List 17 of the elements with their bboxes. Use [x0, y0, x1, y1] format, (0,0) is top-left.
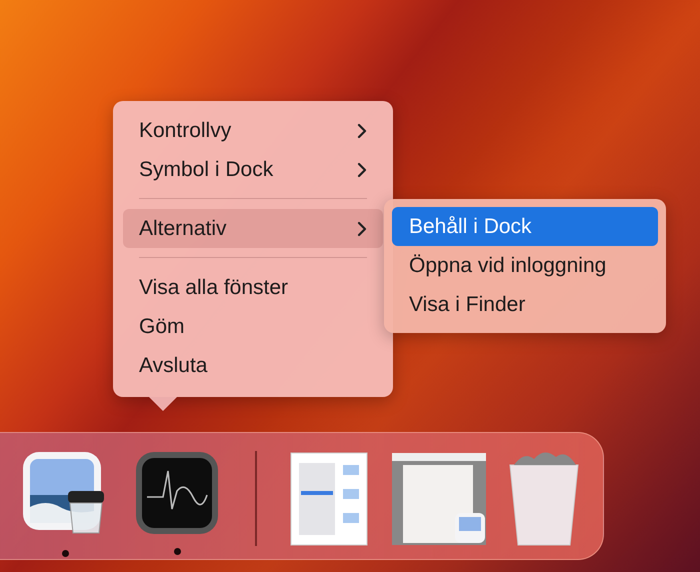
menu-item-label: Symbol i Dock [139, 158, 274, 182]
menu-item[interactable]: Göm [123, 307, 383, 346]
submenu-item[interactable]: Visa i Finder [392, 285, 658, 324]
window-thumbnail-icon[interactable] [391, 451, 487, 547]
menu-item[interactable]: Alternativ [123, 209, 383, 248]
menu-item[interactable]: Avsluta [123, 346, 383, 385]
menu-item-label: Alternativ [139, 216, 227, 240]
menu-item[interactable]: Visa alla fönster [123, 268, 383, 307]
menu-item-label: Kontrollvy [139, 118, 232, 142]
submenu-item[interactable]: Behåll i Dock [392, 207, 658, 246]
menu-item-label: Göm [139, 314, 185, 338]
activity-monitor-app-icon[interactable] [135, 451, 219, 535]
submenu-item[interactable]: Öppna vid inloggning [392, 246, 658, 285]
menu-item[interactable]: Symbol i Dock [123, 150, 383, 189]
menu-item-label: Avsluta [139, 354, 208, 378]
menu-item-label: Visa alla fönster [139, 276, 288, 300]
menu-item[interactable]: Kontrollvy [123, 111, 383, 150]
